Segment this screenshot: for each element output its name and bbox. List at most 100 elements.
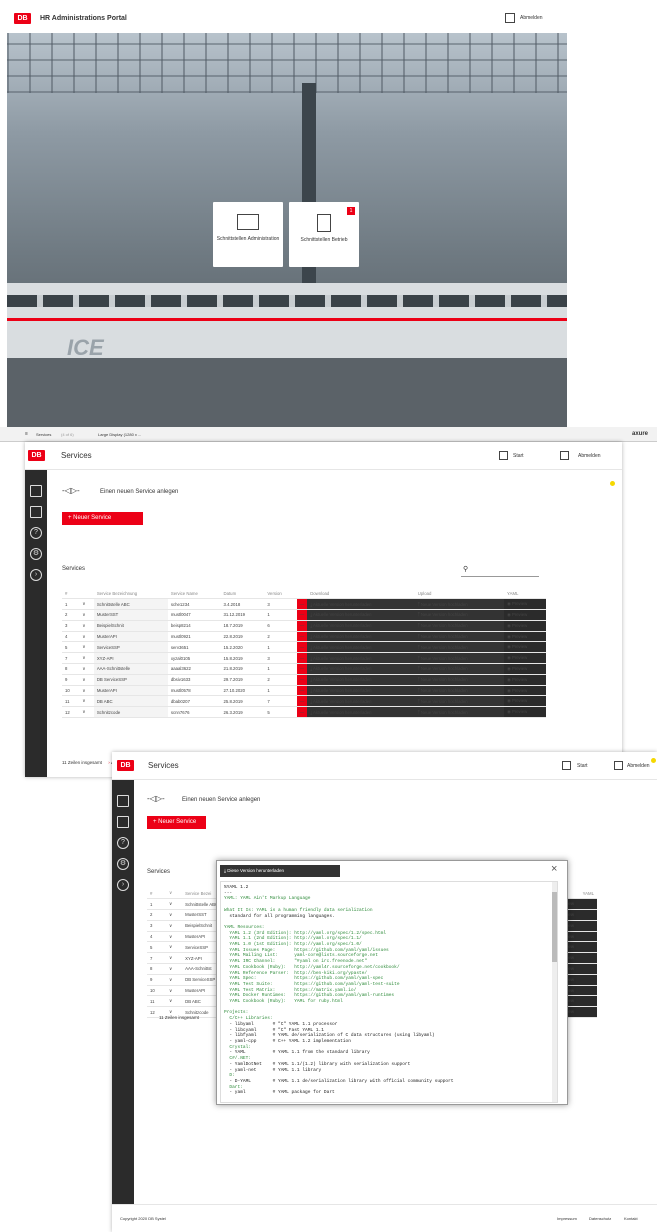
arrow-right-icon[interactable]: › xyxy=(30,569,42,581)
preview-button[interactable]: ◉ Preview xyxy=(504,706,546,719)
upload-button[interactable]: ⤒ Neue Version hochladen xyxy=(414,652,505,665)
download-button[interactable]: ⤓ Aktuelle Version herunterladen xyxy=(307,598,415,611)
table-row[interactable]: 8 ∨ AAA-Schnittstelle aaaal3622 21.8.2019 1— ⤓… xyxy=(62,663,546,675)
axure-page[interactable]: Services xyxy=(36,432,51,437)
db-logo[interactable]: DB xyxy=(117,760,134,771)
minus-icon[interactable]: — xyxy=(296,706,308,719)
chevron-down-icon[interactable]: ∨ xyxy=(79,631,94,643)
logout-icon[interactable] xyxy=(614,761,623,770)
dashboard-icon[interactable] xyxy=(117,795,129,807)
axure-display-select[interactable]: Large Display (1280 x ... xyxy=(98,432,141,437)
start-link[interactable]: Start xyxy=(513,453,524,459)
download-button[interactable]: ⤓ Aktuelle Version herunterladen xyxy=(307,620,415,632)
hamburger-icon[interactable]: ≡ xyxy=(25,431,28,437)
chevron-down-icon[interactable]: ∨ xyxy=(79,685,94,697)
new-service-button[interactable]: + Neuer Service xyxy=(147,816,206,829)
new-service-button[interactable]: + Neuer Service xyxy=(62,512,143,525)
minus-icon[interactable]: — xyxy=(296,641,308,654)
preview-button[interactable]: ◉ Preview xyxy=(504,609,546,621)
chevron-down-icon[interactable]: ∨ xyxy=(79,706,94,719)
chevron-down-icon[interactable]: ∨ xyxy=(79,674,94,686)
chevron-down-icon[interactable]: ∨ xyxy=(79,695,94,708)
gear-icon[interactable]: ⚙ xyxy=(117,858,129,870)
upload-button[interactable]: ⤒ Neue Version hochladen xyxy=(414,620,505,632)
table-row[interactable]: 10 ∨ MusterAPI mustl0578 27.10.2020 1— ⤓ Aktue… xyxy=(62,685,546,697)
upload-button[interactable]: ⤒ Neue Version hochladen xyxy=(414,706,505,719)
db-logo[interactable]: DB xyxy=(14,13,31,24)
search-input[interactable]: ⚲ xyxy=(461,564,539,577)
upload-button[interactable]: ⤒ Neue Version hochladen xyxy=(414,609,505,621)
download-button[interactable]: ⤓ Aktuelle Version herunterladen xyxy=(307,641,415,654)
chevron-down-icon[interactable]: ∨ xyxy=(165,898,183,911)
preview-button[interactable]: ◉ Preview xyxy=(504,631,546,643)
download-button[interactable]: ⤓ Aktuelle Version herunterladen xyxy=(307,674,415,686)
upload-button[interactable]: ⤒ Neue Version hochladen xyxy=(414,685,505,697)
tile-schnittstellen-administration[interactable]: Schnittstellen Administration xyxy=(213,202,283,267)
table-row[interactable]: 2 ∨ MusterSST mustl0047 31.12.2019 1— ⤓ Aktuel… xyxy=(62,609,546,621)
download-version-button[interactable]: ⤓ Diese Version herunterladen xyxy=(220,865,340,877)
download-button[interactable]: ⤓ Aktuelle Version herunterladen xyxy=(307,609,415,621)
arrow-right-icon[interactable]: › xyxy=(117,879,129,891)
minus-icon[interactable]: — xyxy=(296,631,308,643)
upload-button[interactable]: ⤒ Neue Version hochladen xyxy=(414,674,505,686)
preview-button[interactable]: ◉ Preview xyxy=(504,641,546,654)
preview-button[interactable]: ◉ Preview xyxy=(504,695,546,708)
table-row[interactable]: 3 ∨ BeispielSchnit beisp8214 18.7.2019 6— ⤓ Ak… xyxy=(62,620,546,632)
close-icon[interactable]: × xyxy=(551,863,557,875)
table-row[interactable]: 12 ∨ Schnitzcode scnn7676 26.3.2019 5— ⤓ Aktue… xyxy=(62,706,546,719)
document-icon[interactable] xyxy=(117,816,129,828)
minus-icon[interactable]: — xyxy=(296,685,308,697)
gear-icon[interactable]: ⚙ xyxy=(30,548,42,560)
chevron-down-icon[interactable]: ∨ xyxy=(165,963,183,975)
download-button[interactable]: ⤓ Aktuelle Version herunterladen xyxy=(307,695,415,708)
chevron-down-icon[interactable]: ∨ xyxy=(79,641,94,654)
chevron-down-icon[interactable]: ∨ xyxy=(165,909,183,921)
document-icon[interactable] xyxy=(30,506,42,518)
db-logo[interactable]: DB xyxy=(28,450,45,461)
minus-icon[interactable]: — xyxy=(296,663,308,675)
minus-icon[interactable]: — xyxy=(296,609,308,621)
download-button[interactable]: ⤓ Aktuelle Version herunterladen xyxy=(307,652,415,665)
upload-button[interactable]: ⤒ Neue Version hochladen xyxy=(414,631,505,643)
dashboard-icon[interactable] xyxy=(30,485,42,497)
chevron-down-icon[interactable]: ∨ xyxy=(79,652,94,665)
download-button[interactable]: ⤓ Aktuelle Version herunterladen xyxy=(307,631,415,643)
preview-button[interactable]: ◉ Preview xyxy=(504,685,546,697)
footer-link-kontakt[interactable]: Kontakt xyxy=(624,1216,638,1221)
preview-button[interactable]: ◉ Preview xyxy=(504,652,546,665)
upload-button[interactable]: ⤒ Neue Version hochladen xyxy=(414,598,505,611)
minus-icon[interactable]: — xyxy=(296,674,308,686)
scrollbar[interactable] xyxy=(552,882,557,1102)
table-row[interactable]: 7 ∨ XYZ-API xyzal0105 15.8.2019 3— ⤓ Aktuelle … xyxy=(62,652,546,665)
help-icon[interactable]: ? xyxy=(30,527,42,539)
upload-button[interactable]: ⤒ Neue Version hochladen xyxy=(414,695,505,708)
preview-button[interactable]: ◉ Preview xyxy=(504,598,546,611)
chevron-down-icon[interactable]: ∨ xyxy=(165,985,183,997)
download-button[interactable]: ⤓ Aktuelle Version herunterladen xyxy=(307,706,415,719)
logout-link[interactable]: Abmelden xyxy=(627,763,650,769)
chevron-down-icon[interactable]: ∨ xyxy=(165,941,183,954)
chevron-down-icon[interactable]: ∨ xyxy=(165,920,183,932)
table-row[interactable]: 9 ∨ DB ServiceSSP dbsiv1633 29.7.2019 2— ⤓ Akt… xyxy=(62,674,546,686)
logout-link[interactable]: Abmelden xyxy=(578,453,601,459)
table-row[interactable]: 5 ∨ ServiceSSP serv3651 15.2.2020 1— ⤓ Aktuell… xyxy=(62,641,546,654)
yaml-code-view[interactable]: %YAML 1.2 --- YAML: YAML Ain't Markup Lang… xyxy=(220,881,558,1103)
upload-button[interactable]: ⤒ Neue Version hochladen xyxy=(414,663,505,675)
chevron-down-icon[interactable]: ∨ xyxy=(165,995,183,1008)
minus-icon[interactable]: — xyxy=(296,598,308,611)
table-row[interactable]: 4 ∨ MusterAPI mustl0921 22.8.2019 2— ⤓ Aktuell… xyxy=(62,631,546,643)
minus-icon[interactable]: — xyxy=(296,652,308,665)
chevron-down-icon[interactable]: ∨ xyxy=(165,952,183,965)
footer-link-datenschutz[interactable]: Datenschutz xyxy=(589,1216,611,1221)
logout-icon[interactable] xyxy=(505,13,515,23)
chevron-down-icon[interactable]: ∨ xyxy=(79,609,94,621)
start-link[interactable]: Start xyxy=(577,763,588,769)
chevron-down-icon[interactable]: ∨ xyxy=(79,663,94,675)
minus-icon[interactable]: — xyxy=(296,695,308,708)
upload-button[interactable]: ⤒ Neue Version hochladen xyxy=(414,641,505,654)
download-button[interactable]: ⤓ Aktuelle Version herunterladen xyxy=(307,663,415,675)
footer-link-impressum[interactable]: Impressum xyxy=(557,1216,577,1221)
logout-link[interactable]: Abmelden xyxy=(520,15,543,21)
chevron-down-icon[interactable]: ∨ xyxy=(165,931,183,943)
home-icon[interactable] xyxy=(499,451,508,460)
